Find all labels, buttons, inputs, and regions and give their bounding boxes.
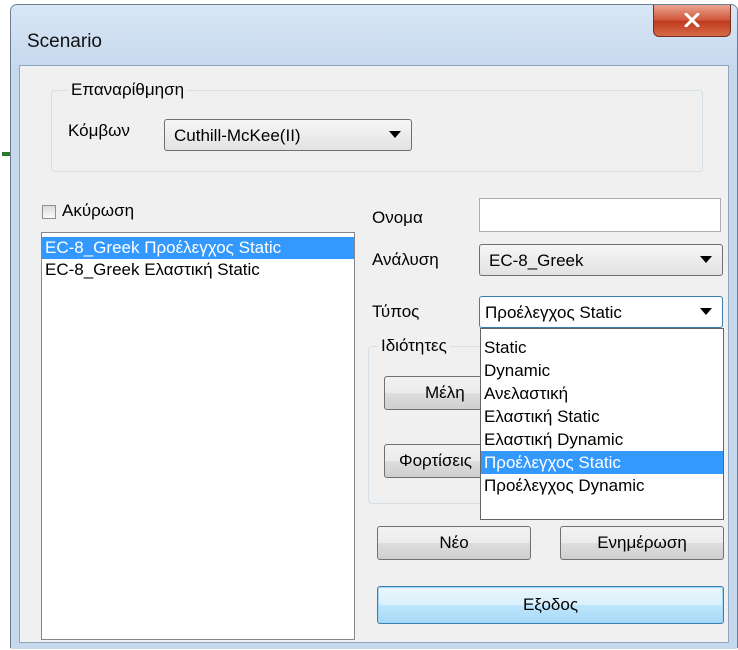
analysis-label: Ανάλυση: [372, 250, 439, 269]
name-label: Ονομα: [372, 208, 423, 227]
analysis-select[interactable]: EC-8_Greek: [479, 244, 723, 276]
chevron-down-icon: [389, 131, 401, 138]
dropdown-option-selected[interactable]: Προέλεγχος Static: [481, 451, 723, 474]
type-value: Προέλεγχος Static: [485, 303, 622, 322]
close-icon: [684, 13, 700, 27]
dropdown-option[interactable]: Ανελαστική: [481, 382, 723, 405]
type-select[interactable]: Προέλεγχος Static: [479, 296, 723, 328]
dropdown-option[interactable]: Ελαστική Dynamic: [481, 428, 723, 451]
close-button[interactable]: [653, 5, 731, 37]
analysis-value: EC-8_Greek: [489, 251, 584, 270]
nodes-label: Κόμβων: [68, 121, 130, 140]
cancel-checkbox[interactable]: [42, 205, 56, 219]
new-button[interactable]: Νέο: [377, 526, 531, 560]
title-bar[interactable]: Scenario: [11, 5, 737, 65]
type-dropdown-list[interactable]: Static Dynamic Ανελαστική Ελαστική Stati…: [480, 328, 724, 520]
exit-button[interactable]: Εξοδος: [377, 586, 724, 624]
dropdown-option[interactable]: Προέλεγχος Dynamic: [481, 474, 723, 497]
scenario-list[interactable]: EC-8_Greek Προέλεγχος Static EC-8_Greek …: [41, 232, 355, 640]
renumbering-method-value: Cuthill-McKee(II): [174, 126, 301, 145]
chevron-down-icon: [700, 308, 712, 315]
window-frame-bottom: [11, 643, 737, 649]
list-item[interactable]: EC-8_Greek Προέλεγχος Static: [42, 237, 354, 259]
chevron-down-icon: [700, 256, 712, 263]
dialog-body: Επαναρίθμηση Κόμβων Cuthill-McKee(II) Ακ…: [19, 65, 729, 643]
renumbering-group-label: Επαναρίθμηση: [68, 80, 188, 100]
loads-button-label: Φορτίσεις: [399, 451, 472, 470]
properties-group-label: Ιδιότητες: [378, 336, 450, 356]
dropdown-option[interactable]: Static: [481, 336, 723, 359]
renumbering-method-select[interactable]: Cuthill-McKee(II): [164, 119, 412, 151]
type-label: Τύπος: [372, 302, 420, 321]
members-button-label: Μέλη: [425, 383, 465, 402]
background-window-edge: [2, 152, 10, 156]
dropdown-option[interactable]: Dynamic: [481, 359, 723, 382]
cancel-checkbox-label[interactable]: Ακύρωση: [62, 201, 134, 221]
dropdown-option[interactable]: Ελαστική Static: [481, 405, 723, 428]
list-item[interactable]: EC-8_Greek Ελαστική Static: [42, 259, 354, 281]
window-title: Scenario: [27, 31, 102, 52]
scenario-dialog: Scenario Επαναρίθμηση Κόμβων Cuthill-McK…: [10, 4, 738, 649]
update-button[interactable]: Ενημέρωση: [560, 526, 724, 560]
name-field[interactable]: [479, 198, 721, 232]
